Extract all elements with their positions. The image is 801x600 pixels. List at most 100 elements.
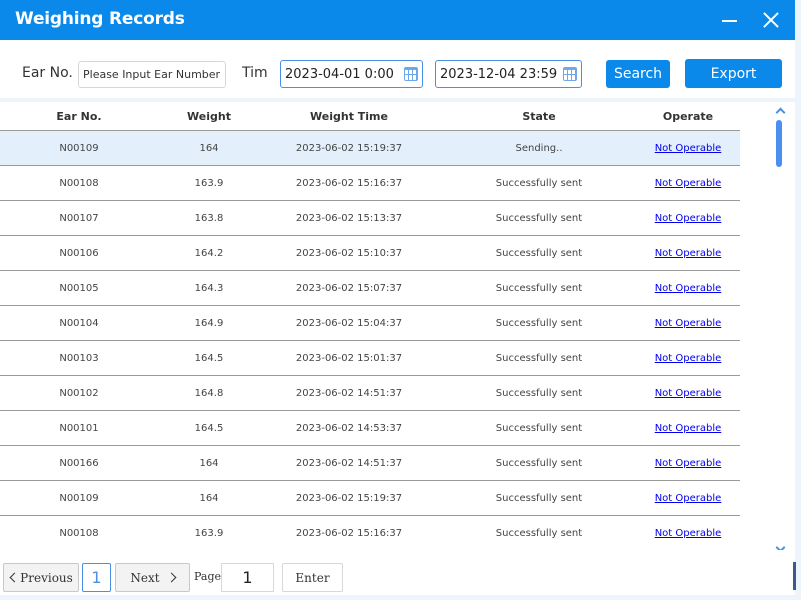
- table-row[interactable]: N00107 163.8 2023-06-02 15:13:37 Successful…: [0, 201, 740, 236]
- cell-state: Successfully sent: [495, 212, 583, 224]
- cell-operate: Not Operable: [628, 341, 740, 375]
- cell-state: Successfully sent: [495, 422, 583, 434]
- table-row[interactable]: N00105 164.3 2023-06-02 15:07:37 Successful…: [0, 271, 740, 306]
- cell-state: Successfully sent: [495, 282, 583, 294]
- window-edge: [795, 0, 801, 600]
- cell-state: Successfully sent: [495, 527, 583, 539]
- cell-operate: Not Operable: [628, 516, 740, 550]
- cell-ear-no: N00108: [59, 177, 99, 189]
- minimize-icon[interactable]: [716, 6, 744, 34]
- cell-operate: Not Operable: [628, 481, 740, 515]
- cell-weight-time: 2023-06-02 15:13:37: [295, 212, 403, 224]
- not-operable-link[interactable]: Not Operable: [655, 178, 722, 189]
- ear-number-input[interactable]: Please Input Ear Number: [78, 61, 226, 88]
- not-operable-link[interactable]: Not Operable: [655, 143, 722, 154]
- cell-weight-time: 2023-06-02 15:16:37: [295, 177, 403, 189]
- table-row[interactable]: N00106 164.2 2023-06-02 15:10:37 Successful…: [0, 236, 740, 271]
- cell-state: Successfully sent: [495, 457, 583, 469]
- cell-weight: 164.5: [194, 422, 224, 434]
- cell-operate: Not Operable: [628, 166, 740, 200]
- table-row[interactable]: N00109 164 2023-06-02 15:19:37 Successfully…: [0, 481, 740, 516]
- start-time-value: 2023-04-01 0:00: [285, 66, 394, 82]
- not-operable-link[interactable]: Not Operable: [655, 388, 722, 399]
- not-operable-link[interactable]: Not Operable: [655, 213, 722, 224]
- cell-weight: 164: [199, 492, 219, 504]
- cell-weight-time: 2023-06-02 15:19:37: [295, 142, 403, 154]
- cell-ear-no: N00104: [59, 317, 99, 329]
- end-time-value: 2023-12-04 23:59: [440, 66, 558, 82]
- table-row[interactable]: N00103 164.5 2023-06-02 15:01:37 Successful…: [0, 341, 740, 376]
- table-header: Ear No. Weight Weight Time State Operate: [0, 102, 740, 131]
- not-operable-link[interactable]: Not Operable: [655, 318, 722, 329]
- not-operable-link[interactable]: Not Operable: [655, 493, 722, 504]
- export-button[interactable]: Export: [685, 59, 782, 88]
- cell-weight: 163.9: [194, 177, 224, 189]
- cell-weight-time: 2023-06-02 15:04:37: [295, 317, 403, 329]
- bottom-border: [0, 595, 795, 600]
- cell-operate: Not Operable: [628, 131, 740, 165]
- scroll-up-icon[interactable]: [774, 106, 786, 116]
- cell-operate: Not Operable: [628, 236, 740, 270]
- not-operable-link[interactable]: Not Operable: [655, 353, 722, 364]
- previous-label: Previous: [20, 570, 73, 585]
- cell-weight-time: 2023-06-02 15:01:37: [295, 352, 403, 364]
- cell-ear-no: N00108: [59, 527, 99, 539]
- current-page-button[interactable]: 1: [82, 563, 111, 592]
- cell-weight-time: 2023-06-02 15:10:37: [295, 247, 403, 259]
- cell-weight-time: 2023-06-02 14:51:37: [295, 387, 403, 399]
- end-time-input[interactable]: 2023-12-04 23:59: [435, 60, 582, 88]
- cell-state: Successfully sent: [495, 177, 583, 189]
- pagination: Previous 1 Next Page 1 Enter: [0, 550, 795, 595]
- cell-weight: 164.9: [194, 317, 224, 329]
- not-operable-link[interactable]: Not Operable: [655, 458, 722, 469]
- cell-ear-no: N00101: [59, 422, 99, 434]
- calendar-icon[interactable]: [563, 67, 577, 81]
- table-row[interactable]: N00109 164 2023-06-02 15:19:37 Sending.. Not…: [0, 131, 740, 166]
- header-state: State: [522, 109, 556, 123]
- header-weight: Weight: [187, 109, 231, 123]
- title-bar: Weighing Records: [0, 0, 795, 40]
- cell-operate: Not Operable: [628, 446, 740, 480]
- cell-ear-no: N00102: [59, 387, 99, 399]
- chevron-left-icon: [9, 572, 20, 583]
- cell-weight: 164.5: [194, 352, 224, 364]
- cell-ear-no: N00109: [59, 492, 99, 504]
- cell-state: Successfully sent: [495, 387, 583, 399]
- next-page-button[interactable]: Next: [115, 563, 190, 592]
- cell-weight-time: 2023-06-02 14:53:37: [295, 422, 403, 434]
- search-button[interactable]: Search: [606, 60, 670, 88]
- not-operable-link[interactable]: Not Operable: [655, 248, 722, 259]
- cell-operate: Not Operable: [628, 376, 740, 410]
- cell-operate: Not Operable: [628, 201, 740, 235]
- cell-weight: 163.9: [194, 527, 224, 539]
- cell-ear-no: N00103: [59, 352, 99, 364]
- not-operable-link[interactable]: Not Operable: [655, 283, 722, 294]
- not-operable-link[interactable]: Not Operable: [655, 528, 722, 539]
- cell-state: Successfully sent: [495, 352, 583, 364]
- cell-weight: 164: [199, 142, 219, 154]
- calendar-icon[interactable]: [404, 67, 418, 81]
- cell-ear-no: N00106: [59, 247, 99, 259]
- table-row[interactable]: N00166 164 2023-06-02 14:51:37 Successfully…: [0, 446, 740, 481]
- table-row[interactable]: N00108 163.9 2023-06-02 15:16:37 Successful…: [0, 166, 740, 201]
- page-number-input[interactable]: 1: [221, 563, 274, 592]
- cell-operate: Not Operable: [628, 411, 740, 445]
- table-row[interactable]: N00108 163.9 2023-06-02 15:16:37 Successful…: [0, 516, 740, 550]
- cell-state: Successfully sent: [495, 247, 583, 259]
- background-window-edge: [793, 562, 796, 590]
- previous-page-button[interactable]: Previous: [3, 563, 79, 592]
- table-row[interactable]: N00101 164.5 2023-06-02 14:53:37 Successful…: [0, 411, 740, 446]
- records-table: Ear No. Weight Weight Time State Operate…: [0, 102, 740, 550]
- cell-weight-time: 2023-06-02 15:07:37: [295, 282, 403, 294]
- table-row[interactable]: N00102 164.8 2023-06-02 14:51:37 Successful…: [0, 376, 740, 411]
- cell-ear-no: N00107: [59, 212, 99, 224]
- not-operable-link[interactable]: Not Operable: [655, 423, 722, 434]
- start-time-input[interactable]: 2023-04-01 0:00: [280, 60, 423, 88]
- cell-state: Successfully sent: [495, 317, 583, 329]
- enter-page-button[interactable]: Enter: [282, 563, 343, 592]
- page-label: Page: [194, 570, 222, 583]
- scrollbar-thumb[interactable]: [776, 120, 782, 167]
- close-icon[interactable]: [757, 6, 785, 34]
- vertical-scrollbar[interactable]: [770, 102, 790, 558]
- table-row[interactable]: N00104 164.9 2023-06-02 15:04:37 Successful…: [0, 306, 740, 341]
